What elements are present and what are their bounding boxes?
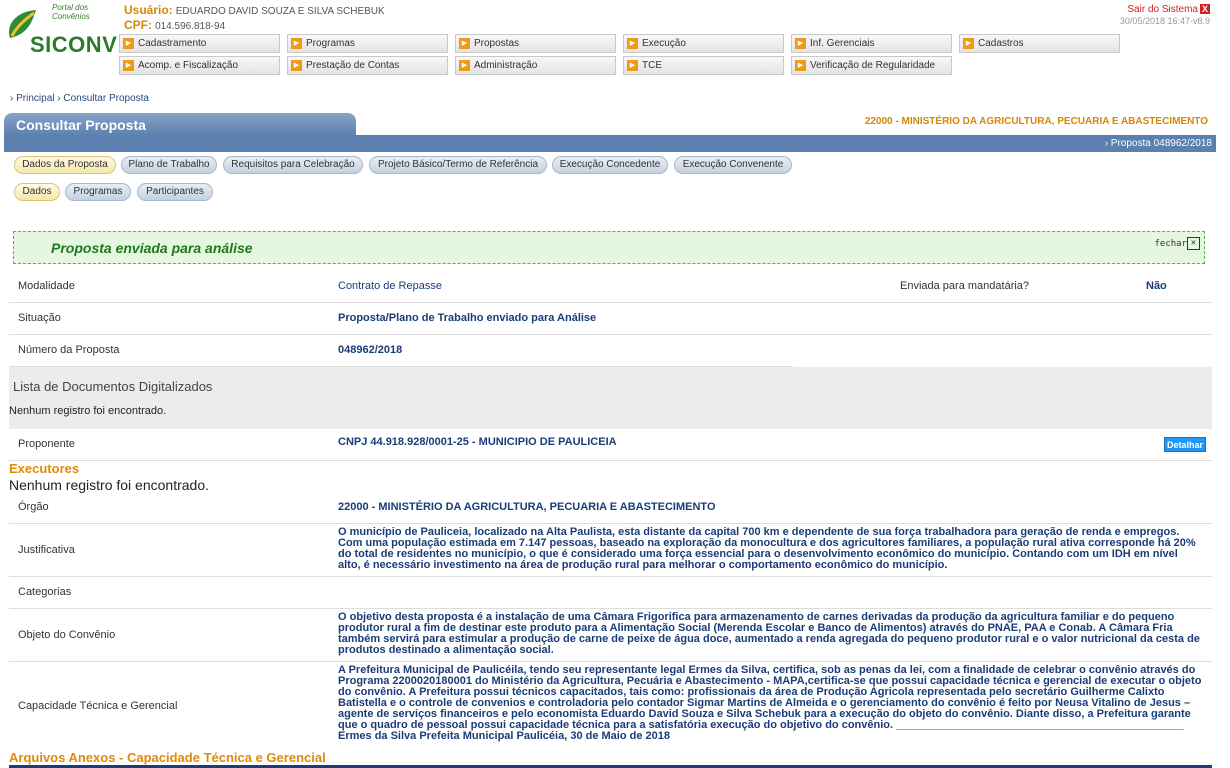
anexos-heading: Arquivos Anexos - Capacidade Técnica e G… <box>9 750 326 765</box>
arrow-right-icon: ▶ <box>963 38 974 49</box>
arrow-right-icon: ▶ <box>627 38 638 49</box>
tab-dados[interactable]: Dados <box>14 183 60 201</box>
arrow-right-icon: ▶ <box>459 38 470 49</box>
menu-tce[interactable]: ▶ TCE <box>623 56 784 75</box>
situacao-value: Proposta/Plano de Trabalho enviado para … <box>338 312 597 324</box>
documentos-empty: Nenhum registro foi encontrado. <box>9 405 167 417</box>
menu-verificacao-regularidade[interactable]: ▶ Verificação de Regularidade <box>791 56 952 75</box>
logout-label: Sair do Sistema <box>1127 4 1198 15</box>
siconv-logo[interactable]: Portal dos Convênios SICONV <box>4 2 118 60</box>
objeto-value: O objetivo desta proposta é a instalação… <box>338 611 1200 656</box>
row-objeto: Objeto do Convênio O objetivo desta prop… <box>9 609 1212 662</box>
modalidade-value: Contrato de Repasse <box>338 280 442 292</box>
executores-empty: Nenhum registro foi encontrado. <box>9 477 209 493</box>
breadcrumb-consultar-proposta[interactable]: Consultar Proposta <box>63 93 149 104</box>
capacidade-value: A Prefeitura Municipal de Paulicéila, te… <box>338 664 1202 742</box>
menu-execucao[interactable]: ▶ Execução <box>623 34 784 53</box>
arrow-right-icon: ▶ <box>795 38 806 49</box>
menu-prestacao-contas[interactable]: ▶ Prestação de Contas <box>287 56 448 75</box>
tab-requisitos-celebracao[interactable]: Requisitos para Celebração <box>223 156 363 174</box>
status-message: Proposta enviada para análise fechar ✕ <box>13 231 1205 264</box>
arrow-right-icon: ▶ <box>459 60 470 71</box>
proponente-value: CNPJ 44.918.928/0001-25 - MUNICIPIO DE P… <box>338 436 617 448</box>
objeto-label: Objeto do Convênio <box>18 629 116 641</box>
cpf-info: CPF: 014.596.818-94 <box>124 18 225 32</box>
close-message-button[interactable]: fechar ✕ <box>1154 237 1200 250</box>
breadcrumb-principal[interactable]: Principal <box>16 93 54 104</box>
mandataria-value: Não <box>1146 280 1167 292</box>
situacao-label: Situação <box>18 312 61 324</box>
tab-plano-trabalho[interactable]: Plano de Trabalho <box>121 156 217 174</box>
row-proponente: Proponente CNPJ 44.918.928/0001-25 - MUN… <box>9 429 1212 461</box>
user-info: Usuário: EDUARDO DAVID SOUZA E SILVA SCH… <box>124 3 385 17</box>
tab-dados-proposta[interactable]: Dados da Proposta <box>14 156 116 174</box>
orgao-value: 22000 - MINISTÉRIO DA AGRICULTURA, PECUA… <box>338 501 716 513</box>
menu-acomp-fiscalizacao[interactable]: ▶ Acomp. e Fiscalização <box>119 56 280 75</box>
menu-inf-gerenciais[interactable]: ▶ Inf. Gerenciais <box>791 34 952 53</box>
row-categorias: Categorias <box>9 577 1212 609</box>
arrow-right-icon: ▶ <box>291 38 302 49</box>
logout-link[interactable]: Sair do Sistema X <box>1127 4 1210 15</box>
logo-text: SICONV <box>30 32 118 57</box>
row-situacao: Situação Proposta/Plano de Trabalho envi… <box>9 303 1212 335</box>
close-icon: ✕ <box>1187 237 1200 250</box>
documentos-heading: Lista de Documentos Digitalizados <box>13 379 213 394</box>
proponente-label: Proponente <box>18 438 75 450</box>
arrow-right-icon: ▶ <box>291 60 302 71</box>
orgao-label: Órgão <box>18 501 49 513</box>
session-datetime: 30/05/2018 16:47-v8.9 <box>1119 16 1210 26</box>
row-capacidade: Capacidade Técnica e Gerencial A Prefeit… <box>9 662 1212 750</box>
logo-tagline: Portal dos Convênios <box>52 3 90 21</box>
capacidade-label: Capacidade Técnica e Gerencial <box>18 700 178 712</box>
arrow-right-icon: ▶ <box>627 60 638 71</box>
tab-programas[interactable]: Programas <box>65 183 131 201</box>
menu-propostas[interactable]: ▶ Propostas <box>455 34 616 53</box>
tab-execucao-concedente[interactable]: Execução Concedente <box>552 156 668 174</box>
numero-label: Número da Proposta <box>18 344 120 356</box>
numero-value: 048962/2018 <box>338 344 403 356</box>
proposal-ref: Proposta 048962/2018 <box>1110 138 1212 149</box>
tab-participantes[interactable]: Participantes <box>137 183 213 201</box>
documentos-section: Lista de Documentos Digitalizados Nenhum… <box>9 367 1212 429</box>
menu-cadastramento[interactable]: ▶ Cadastramento <box>119 34 280 53</box>
user-label: Usuário: <box>124 3 173 17</box>
cpf-value: 014.596.818-94 <box>155 21 226 32</box>
menu-administracao[interactable]: ▶ Administração <box>455 56 616 75</box>
menu-cadastros[interactable]: ▶ Cadastros <box>959 34 1120 53</box>
justificativa-value: O município de Pauliceia, localizado na … <box>338 526 1196 571</box>
row-numero-proposta: Número da Proposta 048962/2018 <box>9 335 793 367</box>
mandataria-label: Enviada para mandatária? <box>900 280 1030 292</box>
row-orgao: Órgão 22000 - MINISTÉRIO DA AGRICULTURA,… <box>9 492 1212 524</box>
row-modalidade: Modalidade Contrato de Repasse Enviada p… <box>9 270 1212 303</box>
arrow-right-icon: ▶ <box>123 38 134 49</box>
justificativa-label: Justificativa <box>18 544 75 556</box>
chevron-right-icon: › <box>57 93 61 104</box>
user-name: EDUARDO DAVID SOUZA E SILVA SCHEBUK <box>175 6 385 17</box>
proposal-bar: › Proposta 048962/2018 <box>4 135 1216 152</box>
executores-heading: Executores <box>9 461 80 476</box>
breadcrumb: › Principal › Consultar Proposta <box>10 93 149 104</box>
categorias-label: Categorias <box>18 586 72 598</box>
detalhar-button[interactable]: Detalhar <box>1164 437 1206 452</box>
arrow-right-icon: ▶ <box>123 60 134 71</box>
row-justificativa: Justificativa O município de Pauliceia, … <box>9 524 1212 577</box>
ministry-label: 22000 - MINISTÉRIO DA AGRICULTURA, PECUA… <box>864 116 1208 127</box>
arrow-right-icon: ▶ <box>795 60 806 71</box>
close-icon[interactable]: X <box>1200 4 1210 14</box>
modalidade-label: Modalidade <box>18 280 75 292</box>
status-message-text: Proposta enviada para análise <box>51 240 253 256</box>
chevron-right-icon: › <box>10 93 14 104</box>
menu-programas[interactable]: ▶ Programas <box>287 34 448 53</box>
page-title: Consultar Proposta <box>4 113 356 137</box>
tab-execucao-convenente[interactable]: Execução Convenente <box>674 156 792 174</box>
tab-projeto-basico[interactable]: Projeto Básico/Termo de Referência <box>369 156 547 174</box>
cpf-label: CPF: <box>124 18 152 32</box>
